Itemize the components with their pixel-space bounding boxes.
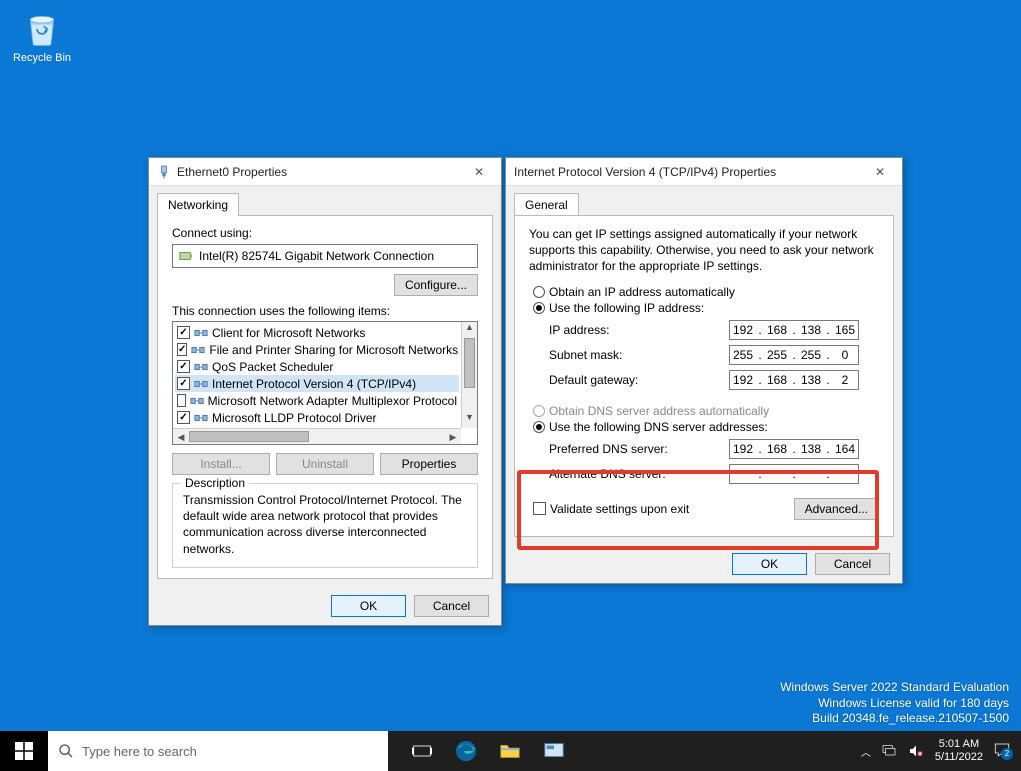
list-item[interactable]: Microsoft LLDP Protocol Driver: [175, 409, 459, 426]
taskbar: Type here to search ︿ 5:01 AM 5/11/2022: [0, 731, 1021, 771]
tab-networking[interactable]: Networking: [157, 193, 239, 216]
item-checkbox[interactable]: [177, 377, 190, 390]
taskbar-explorer[interactable]: [488, 731, 532, 771]
evaluation-watermark: Windows Server 2022 Standard EvaluationW…: [780, 680, 1009, 727]
list-item[interactable]: Microsoft Network Adapter Multiplexor Pr…: [175, 392, 459, 409]
description-legend: Description: [181, 476, 249, 490]
component-icon: [190, 394, 204, 408]
component-icon: [194, 411, 208, 425]
cancel-button[interactable]: Cancel: [815, 553, 890, 575]
recycle-bin-icon: [22, 8, 62, 48]
description-text: Transmission Control Protocol/Internet P…: [183, 492, 467, 557]
item-checkbox[interactable]: [177, 326, 190, 339]
item-checkbox[interactable]: [177, 360, 190, 373]
alternate-dns-field[interactable]: ...: [729, 464, 859, 484]
adapter-icon: [157, 165, 171, 179]
clock-date: 5/11/2022: [935, 751, 983, 764]
items-label: This connection uses the following items…: [172, 304, 478, 318]
adns-label: Alternate DNS server:: [549, 467, 729, 481]
component-icon: [194, 377, 208, 391]
task-view-icon: [412, 741, 432, 761]
taskbar-clock[interactable]: 5:01 AM 5/11/2022: [935, 738, 983, 763]
window-title: Ethernet0 Properties: [177, 158, 459, 186]
advanced-button[interactable]: Advanced...: [794, 498, 879, 520]
components-listbox[interactable]: Client for Microsoft Networks File and Pr…: [172, 321, 478, 445]
close-button[interactable]: ✕: [866, 158, 894, 186]
properties-button[interactable]: Properties: [380, 453, 478, 475]
item-label: Internet Protocol Version 4 (TCP/IPv4): [212, 377, 416, 391]
ip-address-field[interactable]: 192.168.138.165: [729, 320, 859, 340]
mask-label: Subnet mask:: [549, 348, 729, 362]
install-button[interactable]: Install...: [172, 453, 270, 475]
clock-time: 5:01 AM: [935, 738, 983, 751]
horizontal-scrollbar[interactable]: ◀▶: [173, 428, 461, 444]
subnet-mask-field[interactable]: 255.255.255.0: [729, 345, 859, 365]
preferred-dns-field[interactable]: 192.168.138.164: [729, 439, 859, 459]
validate-checkbox[interactable]: Validate settings upon exit: [533, 502, 689, 516]
gateway-field[interactable]: 192.168.138.2: [729, 370, 859, 390]
nic-icon: [179, 249, 193, 263]
tray-chevron[interactable]: ︿: [861, 744, 871, 759]
uninstall-button[interactable]: Uninstall: [276, 453, 374, 475]
gateway-label: Default gateway:: [549, 373, 729, 387]
titlebar[interactable]: Ethernet0 Properties ✕: [149, 158, 501, 186]
blurb-text: You can get IP settings assigned automat…: [529, 226, 879, 275]
search-icon: [58, 743, 74, 759]
volume-icon[interactable]: [907, 743, 925, 759]
list-item[interactable]: QoS Packet Scheduler: [175, 358, 459, 375]
list-item[interactable]: Client for Microsoft Networks: [175, 324, 459, 341]
desktop-icon-label: Recycle Bin: [8, 52, 76, 64]
action-center-button[interactable]: [993, 741, 1011, 762]
component-icon: [194, 326, 208, 340]
titlebar[interactable]: Internet Protocol Version 4 (TCP/IPv4) P…: [506, 158, 902, 186]
vertical-scrollbar[interactable]: ▲▼: [461, 322, 477, 428]
cancel-button[interactable]: Cancel: [414, 595, 489, 617]
item-checkbox[interactable]: [177, 411, 190, 424]
radio-auto-ip[interactable]: Obtain an IP address automatically: [533, 285, 879, 299]
window-title: Internet Protocol Version 4 (TCP/IPv4) P…: [514, 158, 860, 186]
folder-icon: [499, 740, 521, 762]
notification-icon: [993, 741, 1011, 759]
windows-icon: [15, 742, 33, 760]
connect-using-label: Connect using:: [172, 226, 478, 240]
item-label: Microsoft LLDP Protocol Driver: [212, 411, 377, 425]
search-placeholder: Type here to search: [82, 744, 197, 759]
radio-static-ip[interactable]: Use the following IP address:: [533, 301, 879, 315]
task-view-button[interactable]: [400, 731, 444, 771]
tab-general[interactable]: General: [514, 193, 579, 216]
item-checkbox[interactable]: [177, 394, 186, 407]
component-icon: [191, 343, 205, 357]
ok-button[interactable]: OK: [732, 553, 807, 575]
ip-label: IP address:: [549, 323, 729, 337]
radio-static-dns[interactable]: Use the following DNS server addresses:: [533, 420, 879, 434]
item-label: File and Printer Sharing for Microsoft N…: [209, 343, 458, 357]
item-label: Client for Microsoft Networks: [212, 326, 365, 340]
radio-auto-dns: Obtain DNS server address automatically: [533, 404, 879, 418]
adapter-name: Intel(R) 82574L Gigabit Network Connecti…: [199, 249, 434, 263]
taskbar-edge[interactable]: [444, 731, 488, 771]
list-item[interactable]: Internet Protocol Version 4 (TCP/IPv4): [175, 375, 459, 392]
desktop-recycle-bin[interactable]: Recycle Bin: [8, 8, 76, 64]
configure-button[interactable]: Configure...: [394, 274, 478, 296]
adapter-field[interactable]: Intel(R) 82574L Gigabit Network Connecti…: [172, 244, 478, 268]
start-button[interactable]: [0, 731, 48, 771]
app-icon: [543, 740, 565, 762]
network-icon[interactable]: [881, 743, 897, 759]
window-ipv4-properties: Internet Protocol Version 4 (TCP/IPv4) P…: [505, 157, 903, 584]
item-checkbox[interactable]: [177, 343, 187, 356]
ok-button[interactable]: OK: [331, 595, 406, 617]
item-label: QoS Packet Scheduler: [212, 360, 333, 374]
taskbar-app[interactable]: [532, 731, 576, 771]
window-ethernet-properties: Ethernet0 Properties ✕ Networking Connec…: [148, 157, 502, 626]
list-item[interactable]: File and Printer Sharing for Microsoft N…: [175, 341, 459, 358]
component-icon: [194, 360, 208, 374]
pdns-label: Preferred DNS server:: [549, 442, 729, 456]
close-button[interactable]: ✕: [465, 158, 493, 186]
edge-icon: [455, 740, 477, 762]
item-label: Microsoft Network Adapter Multiplexor Pr…: [208, 394, 457, 408]
taskbar-search[interactable]: Type here to search: [48, 731, 388, 771]
